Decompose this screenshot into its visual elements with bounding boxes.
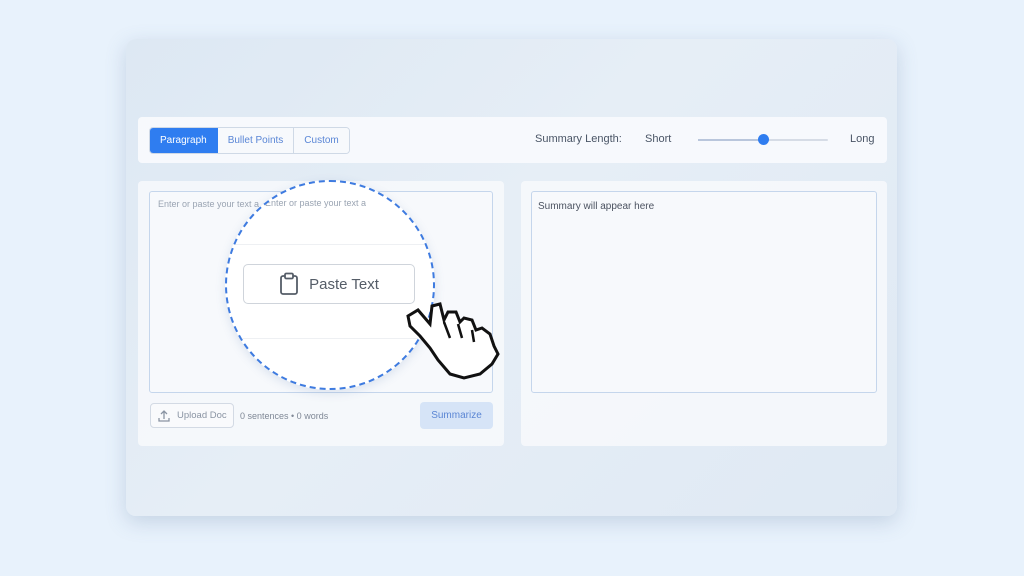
output-panel: Summary will appear here [521, 181, 887, 446]
clipboard-icon [280, 272, 299, 295]
slider-thumb[interactable] [758, 134, 769, 145]
long-label: Long [850, 133, 875, 145]
mode-selector: Paragraph Bullet Points Custom [149, 127, 350, 154]
mode-custom-button[interactable]: Custom [294, 128, 349, 153]
upload-doc-label: Upload Doc [177, 410, 227, 421]
magnifier-divider [227, 244, 433, 245]
short-label: Short [645, 133, 672, 145]
paste-text-button[interactable]: Paste Text [243, 264, 415, 304]
word-count-status: 0 sentences • 0 words [240, 411, 329, 421]
summary-length-label: Summary Length: [535, 133, 622, 145]
input-placeholder: Enter or paste your text a [158, 199, 260, 209]
toolbar: Paragraph Bullet Points Custom Summary L… [138, 117, 887, 163]
hand-pointer-cursor-icon [406, 302, 500, 380]
magnified-input-placeholder: Enter or paste your text a [265, 198, 367, 208]
paste-text-label: Paste Text [309, 275, 379, 293]
upload-doc-button[interactable]: Upload Doc [150, 403, 234, 428]
summary-output-area: Summary will appear here [531, 191, 877, 393]
summarize-button[interactable]: Summarize [420, 402, 493, 429]
mode-bullet-points-button[interactable]: Bullet Points [217, 128, 295, 153]
slider-fill [698, 139, 763, 141]
summary-length-slider[interactable] [698, 134, 828, 145]
upload-icon [158, 409, 170, 422]
output-placeholder: Summary will appear here [538, 201, 655, 212]
mode-paragraph-button[interactable]: Paragraph [150, 128, 218, 153]
